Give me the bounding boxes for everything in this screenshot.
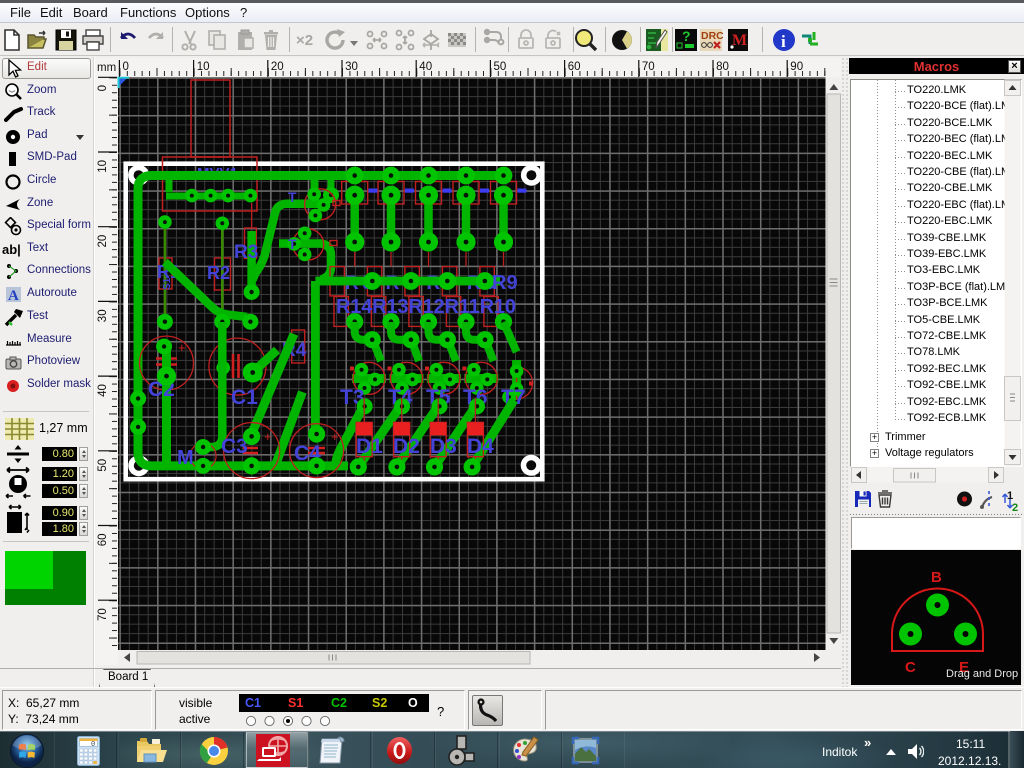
svg-text:30: 30 (97, 309, 109, 322)
svg-text:D3: D3 (430, 435, 457, 458)
svg-text:30: 30 (345, 61, 358, 73)
svg-text:mm: mm (97, 62, 116, 74)
svg-text:40: 40 (97, 384, 109, 397)
svg-text:60: 60 (97, 534, 109, 547)
svg-text:0: 0 (97, 85, 109, 91)
svg-text:Drag and Drop: Drag and Drop (946, 668, 1018, 680)
svg-text:10: 10 (97, 160, 109, 173)
svg-text:M: M (732, 32, 747, 49)
svg-text:R9: R9 (492, 272, 518, 294)
svg-text:A: A (8, 288, 19, 304)
svg-text:+: + (264, 429, 272, 444)
svg-text:D4: D4 (467, 435, 494, 458)
svg-text:50: 50 (494, 61, 507, 73)
svg-text:+: + (178, 340, 186, 355)
svg-text:T: T (288, 236, 297, 252)
svg-text:D2: D2 (393, 435, 420, 458)
svg-text:60: 60 (568, 61, 581, 73)
svg-text:80: 80 (716, 61, 729, 73)
svg-text:R2: R2 (207, 263, 230, 283)
svg-text:S1: S1 (162, 277, 173, 290)
svg-text:?: ? (682, 28, 691, 44)
svg-text:C1: C1 (231, 386, 258, 409)
svg-text:DRC: DRC (701, 30, 723, 42)
svg-text:0: 0 (123, 61, 129, 73)
svg-text:C: C (905, 659, 916, 676)
svg-text:20: 20 (271, 61, 284, 73)
svg-text:D1: D1 (356, 435, 383, 458)
svg-text:R3: R3 (234, 242, 258, 263)
svg-text:70: 70 (642, 61, 655, 73)
svg-text:20: 20 (97, 235, 109, 248)
svg-text:90: 90 (790, 61, 803, 73)
svg-text:50: 50 (97, 459, 109, 472)
svg-text:40: 40 (419, 61, 432, 73)
svg-text:70: 70 (97, 608, 109, 621)
svg-text:+: + (331, 429, 339, 444)
svg-text:B: B (931, 569, 942, 586)
svg-text:10: 10 (197, 61, 210, 73)
svg-text:M: M (177, 447, 194, 469)
svg-text:T: T (288, 189, 297, 205)
svg-text:i: i (781, 32, 786, 51)
